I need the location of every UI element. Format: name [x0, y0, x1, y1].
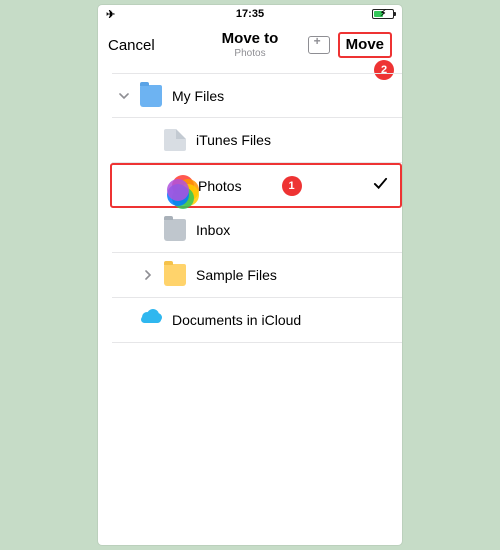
move-button[interactable]: Move — [346, 36, 384, 53]
callout-badge-1: 1 — [282, 176, 302, 196]
folder-label: Sample Files — [196, 267, 388, 283]
cloud-icon — [136, 309, 166, 331]
folder-row-sample[interactable]: Sample Files — [112, 253, 402, 298]
folder-row-my-files[interactable]: My Files — [112, 73, 402, 118]
new-folder-icon[interactable] — [308, 36, 330, 54]
folder-row-photos[interactable]: Photos 1 — [110, 163, 402, 208]
chevron-down-icon[interactable] — [112, 91, 136, 101]
photos-icon — [162, 175, 192, 197]
status-bar: ✈︎ 17:35 ⚡︎ — [98, 5, 402, 23]
folder-row-itunes[interactable]: iTunes Files — [112, 118, 402, 163]
nav-title: Move to — [222, 31, 279, 48]
nav-bar: Cancel Move to Photos Move 2 — [98, 23, 402, 67]
folder-label: Documents in iCloud — [172, 312, 388, 328]
callout-highlight-2: Move 2 — [338, 32, 392, 58]
phone-frame: ✈︎ 17:35 ⚡︎ Cancel Move to Photos Move 2 — [98, 5, 402, 545]
clock: 17:35 — [236, 8, 264, 20]
folder-list: My Files iTunes Files Photos 1 — [98, 73, 402, 343]
battery-icon: ⚡︎ — [372, 9, 394, 19]
folder-row-inbox[interactable]: Inbox — [112, 208, 402, 253]
chevron-right-icon[interactable] — [136, 270, 160, 280]
nav-subtitle: Photos — [222, 48, 279, 59]
folder-icon — [160, 264, 190, 286]
folder-icon — [160, 219, 190, 241]
folder-label: iTunes Files — [196, 132, 388, 148]
checkmark-icon — [373, 176, 388, 196]
cancel-button[interactable]: Cancel — [108, 37, 155, 54]
folder-icon — [136, 85, 166, 107]
folder-label: Inbox — [196, 222, 388, 238]
folder-row-icloud[interactable]: Documents in iCloud — [112, 298, 402, 343]
document-icon — [160, 129, 190, 151]
folder-label: My Files — [172, 88, 388, 104]
airplane-mode-icon: ✈︎ — [106, 8, 115, 21]
folder-label: Photos — [198, 178, 270, 194]
